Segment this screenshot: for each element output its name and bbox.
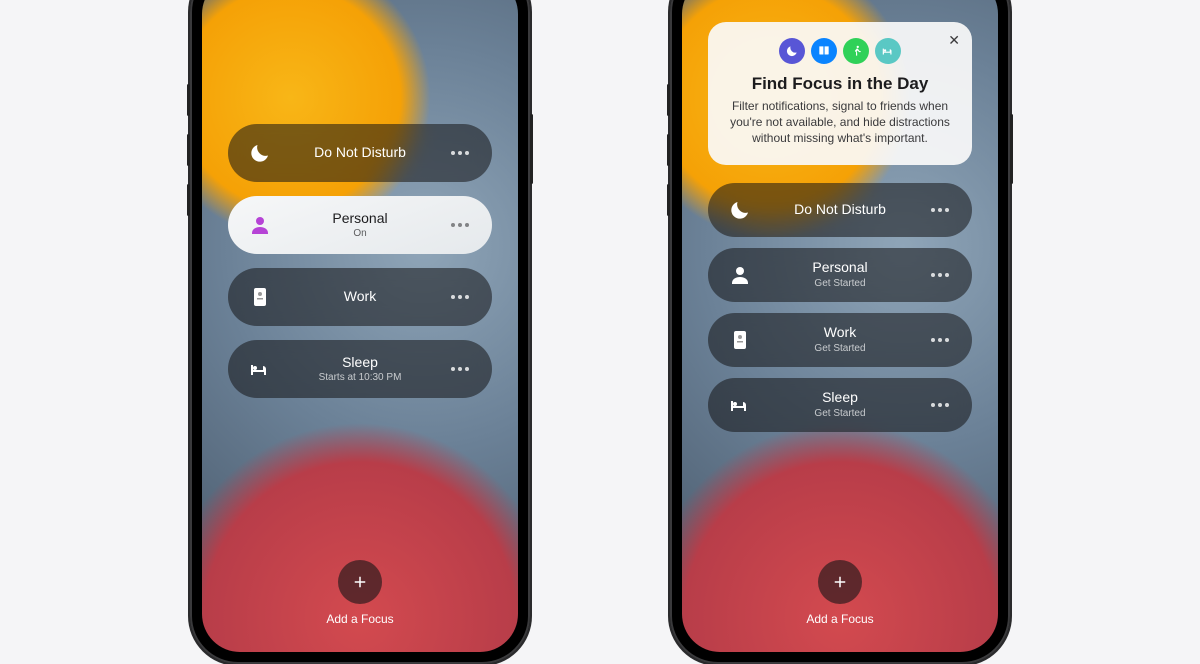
more-icon[interactable] — [928, 328, 952, 352]
focus-mode-sleep[interactable]: Sleep Starts at 10:30 PM — [228, 340, 492, 398]
add-focus[interactable]: Add a Focus — [806, 560, 873, 632]
add-focus-label: Add a Focus — [326, 612, 393, 626]
focus-mode-list: Do Not Disturb Personal On — [228, 124, 492, 398]
more-icon[interactable] — [928, 198, 952, 222]
mode-subtitle: Get Started — [814, 343, 865, 354]
mode-label: Sleep — [822, 390, 858, 405]
more-icon[interactable] — [928, 263, 952, 287]
bed-icon — [728, 393, 752, 417]
mode-subtitle: Get Started — [814, 278, 865, 289]
mode-label: Work — [824, 325, 856, 340]
focus-mode-personal[interactable]: Personal On — [228, 196, 492, 254]
focus-info-card: ✕ Find Focus in the Day Fi — [708, 22, 972, 165]
mode-label: Do Not Disturb — [314, 145, 406, 160]
focus-mode-do-not-disturb[interactable]: Do Not Disturb — [228, 124, 492, 182]
badge-icon — [728, 328, 752, 352]
mode-label: Do Not Disturb — [794, 202, 886, 217]
add-focus[interactable]: Add a Focus — [326, 560, 393, 632]
phone-right: ✕ Find Focus in the Day Fi — [670, 0, 1010, 664]
focus-mode-sleep[interactable]: Sleep Get Started — [708, 378, 972, 432]
mode-subtitle: Starts at 10:30 PM — [319, 372, 402, 383]
moon-icon — [728, 198, 752, 222]
mode-subtitle: On — [353, 228, 366, 239]
moon-icon — [779, 38, 805, 64]
mode-label: Sleep — [342, 355, 378, 370]
screen-right: ✕ Find Focus in the Day Fi — [682, 0, 998, 652]
more-icon[interactable] — [448, 357, 472, 381]
plus-icon[interactable] — [818, 560, 862, 604]
focus-mode-work[interactable]: Work Get Started — [708, 313, 972, 367]
mode-label: Personal — [332, 211, 387, 226]
info-card-icons — [726, 38, 954, 64]
plus-icon[interactable] — [338, 560, 382, 604]
runner-icon — [843, 38, 869, 64]
screen-left: Do Not Disturb Personal On — [202, 0, 518, 652]
info-card-title: Find Focus in the Day — [726, 74, 954, 94]
more-icon[interactable] — [448, 141, 472, 165]
phone-left: Do Not Disturb Personal On — [190, 0, 530, 664]
mode-subtitle: Get Started — [814, 408, 865, 419]
moon-icon — [248, 141, 272, 165]
close-icon[interactable]: ✕ — [948, 32, 960, 49]
more-icon[interactable] — [448, 213, 472, 237]
mode-label: Personal — [812, 260, 867, 275]
focus-mode-do-not-disturb[interactable]: Do Not Disturb — [708, 183, 972, 237]
focus-mode-work[interactable]: Work — [228, 268, 492, 326]
info-card-body: Filter notifications, signal to friends … — [726, 98, 954, 147]
more-icon[interactable] — [928, 393, 952, 417]
bed-icon — [875, 38, 901, 64]
person-icon — [728, 263, 752, 287]
more-icon[interactable] — [448, 285, 472, 309]
person-icon — [248, 213, 272, 237]
add-focus-label: Add a Focus — [806, 612, 873, 626]
focus-mode-personal[interactable]: Personal Get Started — [708, 248, 972, 302]
book-icon — [811, 38, 837, 64]
bed-icon — [248, 357, 272, 381]
badge-icon — [248, 285, 272, 309]
focus-mode-list: Do Not Disturb Personal Get Started — [708, 183, 972, 432]
mode-label: Work — [344, 289, 376, 304]
